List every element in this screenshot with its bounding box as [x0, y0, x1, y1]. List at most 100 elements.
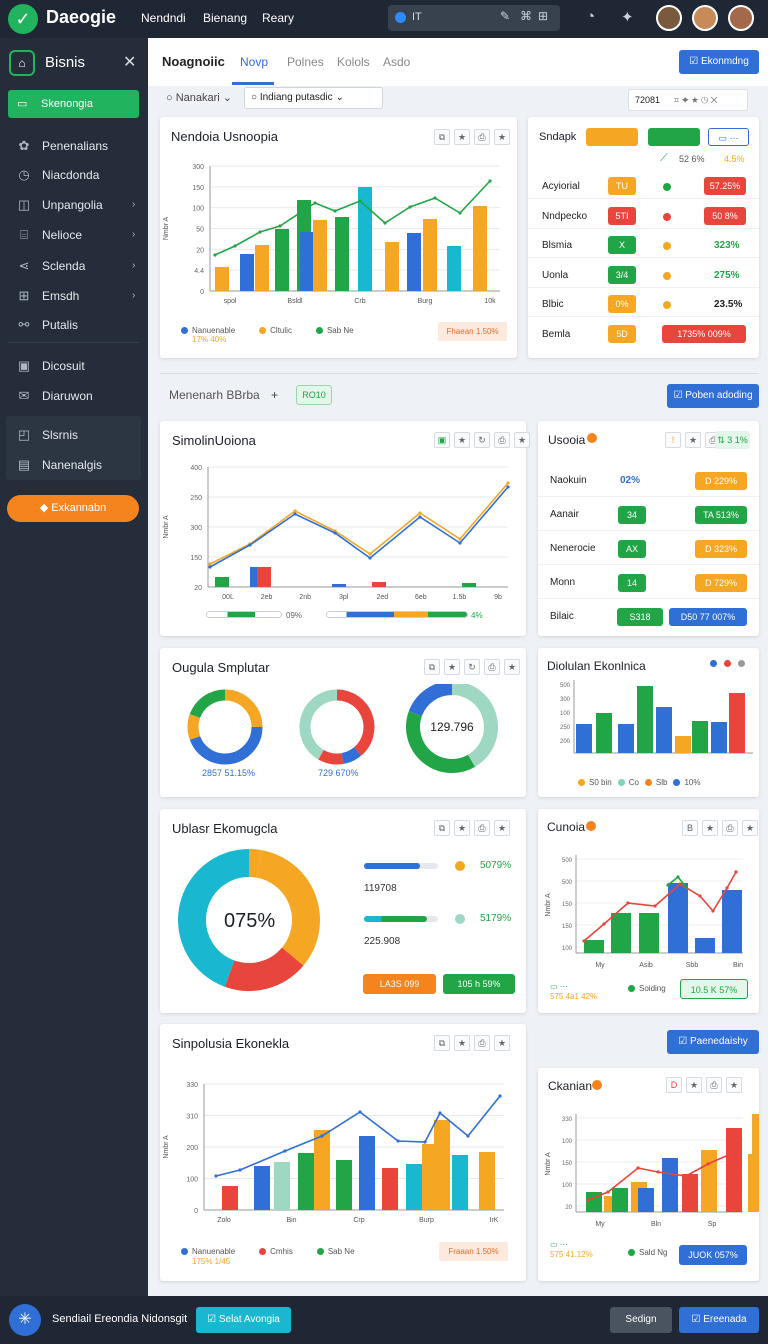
- star-icon[interactable]: ★: [444, 659, 460, 675]
- sidebar-sub-0[interactable]: ◰ Slsrnis: [16, 427, 78, 443]
- tag-icon[interactable]: ⌘: [520, 9, 532, 23]
- nav-link-1[interactable]: Bienang: [203, 11, 247, 25]
- card-action-button[interactable]: ☑ Paenedaishy: [667, 1030, 759, 1054]
- star-icon[interactable]: ★: [494, 820, 510, 836]
- sidebar-item-0[interactable]: ✿ Penenalians: [16, 138, 109, 154]
- add-icon[interactable]: +: [271, 388, 278, 402]
- print-icon[interactable]: ⎙: [494, 432, 510, 448]
- table-row[interactable]: Nenerocie AX D 323%: [538, 535, 759, 565]
- print-icon[interactable]: ⎙: [484, 659, 500, 675]
- sidebar-item-5[interactable]: ⊞ Emsdh: [16, 288, 80, 304]
- star-icon[interactable]: ★: [742, 820, 758, 836]
- refresh-icon[interactable]: ↻: [464, 659, 480, 675]
- table-row[interactable]: Blbic 0% 23.5%: [528, 289, 759, 317]
- copy-icon[interactable]: ⧉: [434, 820, 450, 836]
- tab-2[interactable]: Kolols: [337, 55, 370, 69]
- nav-link-2[interactable]: Reary: [262, 11, 294, 25]
- star-icon[interactable]: ★: [494, 1035, 510, 1051]
- table-row[interactable]: Naokuin 02% D 229%: [538, 467, 759, 497]
- sidebar-item-7[interactable]: ▣ Dicosuit: [16, 358, 85, 374]
- print-icon[interactable]: ⎙: [474, 1035, 490, 1051]
- avatar[interactable]: [728, 5, 754, 31]
- star-icon[interactable]: ★: [494, 129, 510, 145]
- avatar[interactable]: [656, 5, 682, 31]
- star-icon[interactable]: ★: [454, 1035, 470, 1051]
- print-icon[interactable]: ⎙: [474, 129, 490, 145]
- star-icon[interactable]: ★: [454, 432, 470, 448]
- nav-link-0[interactable]: Nendndi: [141, 11, 186, 25]
- star-icon[interactable]: ★: [454, 820, 470, 836]
- alert-icon[interactable]: !: [665, 432, 681, 448]
- search-bar[interactable]: IT ✎ ⌘ ⊞: [388, 5, 560, 31]
- action-badge[interactable]: LA3S 099: [363, 974, 436, 994]
- footer-button-action[interactable]: ☑ Ereenada: [679, 1307, 759, 1333]
- table-row[interactable]: Aanair 34 TA 513%: [538, 501, 759, 531]
- bold-icon[interactable]: B: [682, 820, 698, 836]
- sidebar-sub-1[interactable]: ▤ Nanenalgis: [16, 457, 102, 473]
- print-icon[interactable]: ⎙: [722, 820, 738, 836]
- card-toolbar[interactable]: ! ★ ⎙: [665, 432, 721, 448]
- date-picker[interactable]: 72081 ⌗ ✦ ★ ◷ ✕: [628, 89, 748, 111]
- card-toolbar[interactable]: D ★ ⎙ ★: [666, 1077, 742, 1093]
- puzzle-icon[interactable]: ✦: [621, 8, 634, 26]
- chevron-right-icon[interactable]: ›: [132, 290, 135, 301]
- star-icon[interactable]: ★: [454, 129, 470, 145]
- cta-button[interactable]: ◆ Exkannabn: [7, 495, 139, 522]
- star-icon[interactable]: ★: [702, 820, 718, 836]
- chevron-right-icon[interactable]: ›: [132, 229, 135, 240]
- star-icon[interactable]: ★: [686, 1077, 702, 1093]
- copy-icon[interactable]: ⧉: [434, 1035, 450, 1051]
- series-toggles[interactable]: [710, 660, 749, 667]
- chart-icon[interactable]: ▣: [434, 432, 450, 448]
- filter-dropdown-2[interactable]: ○ Indiang putasdic ⌄: [244, 87, 383, 109]
- card-toolbar[interactable]: ⧉ ★ ↻ ⎙ ★: [424, 659, 520, 675]
- copy-icon[interactable]: ⧉: [434, 129, 450, 145]
- search-input[interactable]: IT: [412, 11, 422, 23]
- card-toolbar[interactable]: ▣ ★ ↻ ⎙ ★: [434, 432, 530, 448]
- refresh-icon[interactable]: ↻: [474, 432, 490, 448]
- table-row[interactable]: Acyiorial TU 57.25%: [528, 171, 759, 199]
- card-toolbar[interactable]: ⧉ ★ ⎙ ★: [434, 129, 510, 145]
- sidebar-item-2[interactable]: ◫ Unpangolia: [16, 197, 103, 213]
- grid-icon[interactable]: ⊞: [538, 9, 548, 23]
- star-icon[interactable]: ★: [726, 1077, 742, 1093]
- section-action-button[interactable]: ☑ Poben adoding: [667, 384, 759, 408]
- edit-icon[interactable]: ✎: [500, 9, 510, 23]
- filter-chip-blue[interactable]: ▭ ⋯: [708, 128, 749, 146]
- filter-chip-green[interactable]: [648, 128, 700, 146]
- footer-button-primary[interactable]: ☑ Selat Avongia: [196, 1307, 291, 1333]
- chevron-right-icon[interactable]: ›: [132, 199, 135, 210]
- star-icon[interactable]: ★: [514, 432, 530, 448]
- sidebar-item-1[interactable]: ◷ Niacdonda: [16, 167, 99, 183]
- table-row[interactable]: Blsmia X 323%: [528, 230, 759, 258]
- star-icon[interactable]: ★: [504, 659, 520, 675]
- sidebar-item-active[interactable]: ▭ Skenongia: [8, 90, 139, 118]
- table-row[interactable]: Nndpecko 5TI 50 8%: [528, 201, 759, 229]
- avatar[interactable]: [692, 5, 718, 31]
- sidebar-item-8[interactable]: ✉ Diaruwon: [16, 388, 93, 404]
- filter-chip-orange[interactable]: [586, 128, 638, 146]
- table-row[interactable]: Monn 14 D 729%: [538, 569, 759, 599]
- card-toolbar[interactable]: ⧉ ★ ⎙ ★: [434, 1035, 510, 1051]
- table-row[interactable]: Uonla 3/4 275%: [528, 260, 759, 288]
- sidebar-item-4[interactable]: ⋖ Sclenda: [16, 258, 86, 274]
- header-action-button[interactable]: ☑ Ekonmdng: [679, 50, 759, 74]
- sidebar-item-3[interactable]: ⌸ Nelioce: [16, 227, 82, 243]
- filter-dropdown-1[interactable]: ○ Nanakari ⌄: [166, 91, 232, 104]
- close-icon[interactable]: ✕: [123, 52, 136, 72]
- star-icon[interactable]: ★: [685, 432, 701, 448]
- card-toolbar[interactable]: B ★ ⎙ ★: [682, 820, 758, 836]
- chat-icon[interactable]: ◔: [586, 8, 595, 25]
- footer-button-secondary[interactable]: Sedign: [610, 1307, 672, 1333]
- loader-icon[interactable]: ✳: [9, 1304, 41, 1336]
- copy-icon[interactable]: ⧉: [424, 659, 440, 675]
- print-icon[interactable]: ⎙: [474, 820, 490, 836]
- action-badge[interactable]: 105 h 59%: [443, 974, 515, 994]
- chevron-right-icon[interactable]: ›: [132, 260, 135, 271]
- alert-icon[interactable]: D: [666, 1077, 682, 1093]
- print-icon[interactable]: ⎙: [706, 1077, 722, 1093]
- tab-active[interactable]: Novp: [240, 55, 268, 69]
- table-row[interactable]: Bilaic S318 D50 77 007%: [538, 603, 759, 633]
- table-row[interactable]: Bemla 5D 1735% 009%: [528, 319, 759, 347]
- card-toolbar[interactable]: ⧉ ★ ⎙ ★: [434, 820, 510, 836]
